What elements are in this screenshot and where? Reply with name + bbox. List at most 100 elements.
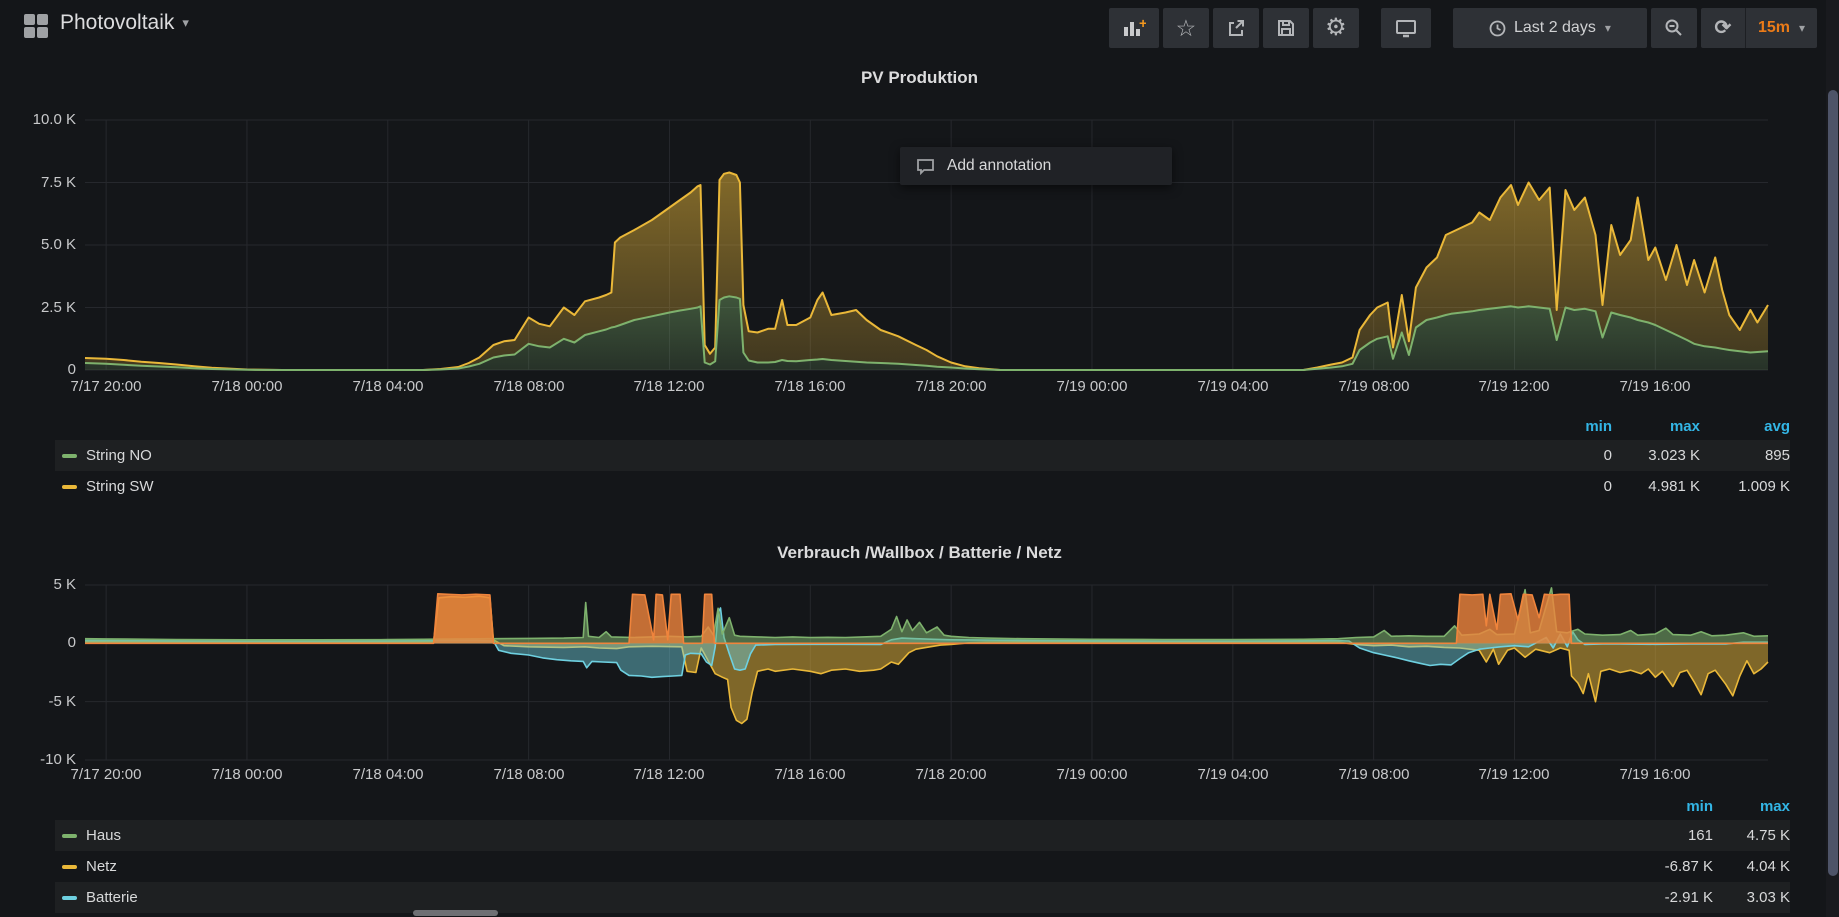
x-tick-label: 7/19 00:00 <box>1027 378 1157 395</box>
dashboard-title-dropdown[interactable]: Photovoltaik ▾ <box>60 11 189 35</box>
legend-series-row[interactable]: Haus 1614.75 K <box>55 820 1790 851</box>
legend-column-header-max[interactable]: max <box>1713 798 1790 815</box>
star-icon: ☆ <box>1176 17 1197 40</box>
refresh-button[interactable]: ⟳ <box>1701 18 1745 39</box>
plus-icon: + <box>1139 17 1146 31</box>
x-tick-label: 7/18 00:00 <box>182 378 312 395</box>
share-icon <box>1226 18 1246 38</box>
x-tick-label: 7/19 00:00 <box>1027 766 1157 783</box>
grid-square <box>37 14 48 25</box>
monitor-icon <box>1395 18 1417 38</box>
x-tick-label: 7/18 00:00 <box>182 766 312 783</box>
dashboard-grid-icon[interactable] <box>24 14 48 38</box>
legend-series-row[interactable]: String SW04.981 K1.009 K <box>55 471 1790 502</box>
legend-stat-value: 1.009 K <box>1700 478 1790 495</box>
x-tick-label: 7/19 04:00 <box>1168 766 1298 783</box>
comment-icon <box>916 158 935 175</box>
panel-title-verbrauch[interactable]: Verbrauch /Wallbox / Batterie / Netz <box>0 543 1839 563</box>
refresh-picker: ⟳ 15m ▾ <box>1701 8 1817 48</box>
refresh-interval-dropdown[interactable]: 15m ▾ <box>1746 19 1817 37</box>
x-tick-label: 7/19 16:00 <box>1590 378 1720 395</box>
series-areas <box>85 173 1768 371</box>
time-range-label: Last 2 days <box>1514 19 1596 37</box>
legend-color-swatch <box>62 896 77 900</box>
legend-table-verbrauch: minmax Haus 1614.75 K Netz -6.87 K4.04 K Batt… <box>55 792 1790 913</box>
legend-series-name: String NO <box>86 447 152 464</box>
x-tick-label: 7/19 04:00 <box>1168 378 1298 395</box>
y-tick-label: 10.0 K <box>0 111 76 128</box>
refresh-interval-label: 15m <box>1758 19 1790 37</box>
legend-column-header-min[interactable]: min <box>1524 418 1612 435</box>
y-tick-label: 2.5 K <box>0 299 76 316</box>
legend-series-row[interactable]: Batterie-2.91 K3.03 K <box>55 882 1790 913</box>
x-tick-label: 7/18 08:00 <box>464 766 594 783</box>
vertical-scrollbar-thumb[interactable] <box>1828 90 1838 876</box>
save-icon <box>1276 18 1296 38</box>
legend-series-name: Netz <box>86 858 117 875</box>
grid-square <box>37 27 48 38</box>
grid-square <box>24 27 35 38</box>
zoom-out-icon <box>1664 18 1684 38</box>
y-tick-label: 0 <box>0 634 76 651</box>
settings-button[interactable]: ⚙ <box>1313 8 1359 48</box>
legend-color-swatch <box>62 454 77 458</box>
legend-column-header-avg[interactable]: avg <box>1700 418 1790 435</box>
x-tick-label: 7/19 12:00 <box>1449 378 1579 395</box>
y-tick-label: 5.0 K <box>0 236 76 253</box>
legend-color-swatch <box>62 485 77 489</box>
x-tick-label: 7/19 08:00 <box>1309 378 1439 395</box>
legend-stat-value: 3.023 K <box>1612 447 1700 464</box>
legend-column-header-min[interactable]: min <box>1636 798 1713 815</box>
chevron-down-icon: ▾ <box>182 15 189 30</box>
legend-stat-value: -6.87 K <box>1636 858 1713 875</box>
legend-stat-value: 161 <box>1636 827 1713 844</box>
legend-stat-value: 0 <box>1524 447 1612 464</box>
clock-icon <box>1489 20 1506 37</box>
x-tick-label: 7/17 20:00 <box>41 378 171 395</box>
zoom-out-button[interactable] <box>1651 8 1697 48</box>
grid-square <box>24 14 35 25</box>
legend-series-row[interactable]: Netz -6.87 K4.04 K <box>55 851 1790 882</box>
x-tick-label: 7/18 12:00 <box>604 378 734 395</box>
legend-color-swatch <box>62 865 77 869</box>
x-tick-label: 7/17 20:00 <box>41 766 171 783</box>
x-tick-label: 7/18 16:00 <box>745 766 875 783</box>
x-tick-label: 7/18 04:00 <box>323 766 453 783</box>
add-annotation-menu-item[interactable]: Add annotation <box>900 147 1172 185</box>
y-tick-label: 5 K <box>0 576 76 593</box>
save-button[interactable] <box>1263 8 1309 48</box>
time-range-picker[interactable]: Last 2 days ▾ <box>1453 8 1647 48</box>
x-tick-label: 7/19 08:00 <box>1309 766 1439 783</box>
y-tick-label: -5 K <box>0 693 76 710</box>
refresh-icon: ⟳ <box>1715 17 1732 39</box>
legend-series-name: String SW <box>86 478 154 495</box>
top-navbar: Photovoltaik ▾ + ☆ <box>0 0 1839 52</box>
x-tick-label: 7/18 04:00 <box>323 378 453 395</box>
add-annotation-label: Add annotation <box>947 157 1051 175</box>
star-button[interactable]: ☆ <box>1163 8 1209 48</box>
x-tick-label: 7/18 20:00 <box>886 766 1016 783</box>
legend-stat-value: 3.03 K <box>1713 889 1790 906</box>
x-tick-label: 7/18 12:00 <box>604 766 734 783</box>
horizontal-scrollbar-thumb[interactable] <box>413 910 498 916</box>
add-panel-button[interactable]: + <box>1109 8 1159 48</box>
legend-stat-value: 4.981 K <box>1612 478 1700 495</box>
share-button[interactable] <box>1213 8 1259 48</box>
legend-column-header-max[interactable]: max <box>1612 418 1700 435</box>
panel-title-pv-produktion[interactable]: PV Produktion <box>0 68 1839 88</box>
legend-series-name: Batterie <box>86 889 138 906</box>
x-tick-label: 7/18 16:00 <box>745 378 875 395</box>
chevron-down-icon: ▾ <box>1605 21 1611 35</box>
y-tick-label: 0 <box>0 361 76 378</box>
x-tick-label: 7/19 16:00 <box>1590 766 1720 783</box>
legend-stat-value: 4.75 K <box>1713 827 1790 844</box>
legend-color-swatch <box>62 834 77 838</box>
legend-series-name: Haus <box>86 827 121 844</box>
legend-header-row: minmaxavg <box>55 412 1790 440</box>
dashboard-title: Photovoltaik <box>60 11 174 34</box>
legend-series-row[interactable]: String NO03.023 K895 <box>55 440 1790 471</box>
x-tick-label: 7/19 12:00 <box>1449 766 1579 783</box>
x-tick-label: 7/18 08:00 <box>464 378 594 395</box>
legend-stat-value: 4.04 K <box>1713 858 1790 875</box>
tv-mode-button[interactable] <box>1381 8 1431 48</box>
